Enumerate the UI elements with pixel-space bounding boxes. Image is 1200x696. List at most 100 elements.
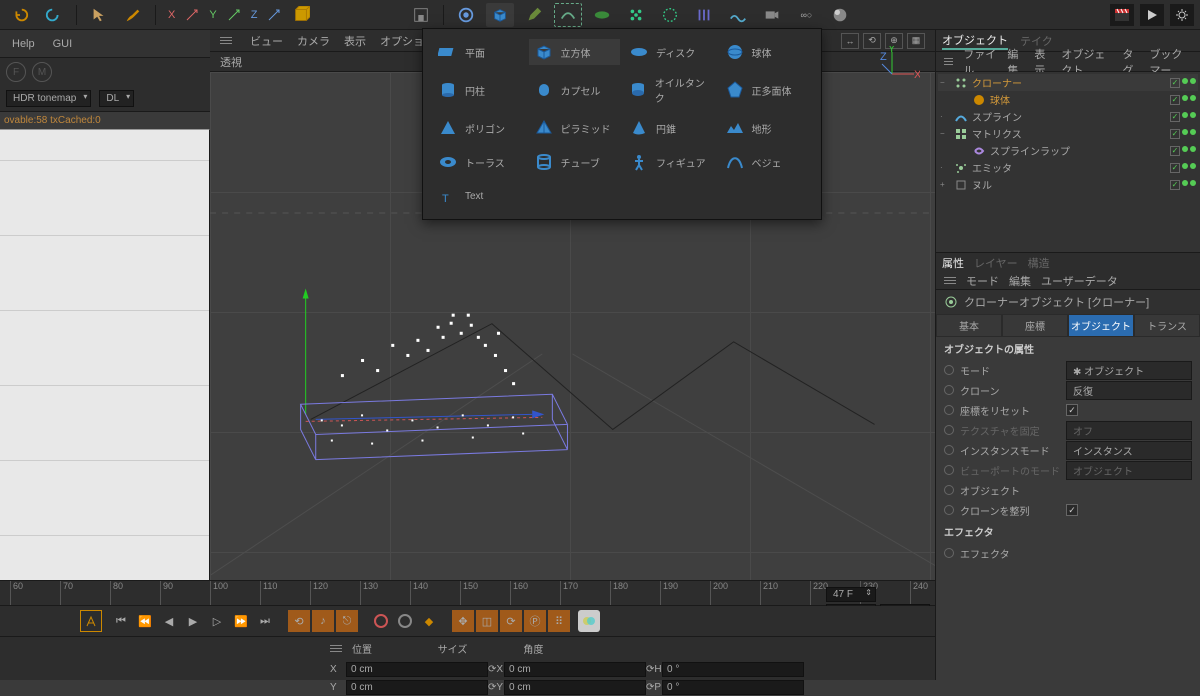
axis-y[interactable]: Y (205, 9, 220, 21)
tree-row-sphere[interactable]: 球体✓ (938, 91, 1198, 108)
f-icon[interactable]: F (6, 62, 26, 82)
checkbox[interactable]: ✓ (1066, 504, 1078, 516)
axis-gizmo[interactable]: Y X Z (880, 46, 920, 86)
dot-icon[interactable] (1190, 112, 1196, 118)
sound-icon[interactable]: ♪ (312, 610, 334, 632)
vis-check[interactable]: ✓ (1170, 112, 1180, 122)
brush-tool-icon[interactable] (119, 3, 147, 27)
go-end-icon[interactable]: ⏭ (254, 610, 276, 632)
dot-icon[interactable] (1182, 163, 1188, 169)
record-icon[interactable] (370, 610, 392, 632)
vis-check[interactable]: ✓ (1170, 129, 1180, 139)
play-icon[interactable]: ▶ (182, 610, 204, 632)
attr-subtab-3[interactable]: トランス (1134, 314, 1200, 337)
tree-row-cloner[interactable]: −クローナー✓ (938, 74, 1198, 91)
deformer-icon[interactable] (690, 3, 718, 27)
light-icon[interactable]: ∞○ (792, 3, 820, 27)
attr-value[interactable]: 反復 (1066, 381, 1192, 400)
tree-row-null[interactable]: +ヌル✓ (938, 176, 1198, 193)
playback-options-icon[interactable]: ⎋ (336, 610, 358, 632)
rot-input[interactable] (662, 662, 804, 677)
environment-icon[interactable] (724, 3, 752, 27)
primitive-disc[interactable]: ディスク (624, 39, 716, 65)
dot-icon[interactable] (1182, 95, 1188, 101)
keyframe-icon[interactable]: ◆ (418, 610, 440, 632)
vis-check[interactable]: ✓ (1170, 95, 1180, 105)
undo-icon[interactable] (6, 3, 34, 27)
playbar-play-icon[interactable] (1140, 4, 1164, 26)
radio-icon[interactable] (944, 485, 954, 495)
cube-primitive-icon[interactable] (486, 3, 514, 27)
radio-icon[interactable] (944, 465, 954, 475)
vp-nav-1[interactable]: ↔ (841, 33, 859, 49)
tree-row-wrap[interactable]: スプラインラップ✓ (938, 142, 1198, 159)
primitive-platonic[interactable]: 正多面体 (720, 73, 812, 107)
redo-icon[interactable] (40, 3, 68, 27)
m-icon[interactable]: M (32, 62, 52, 82)
hamburger-icon[interactable] (220, 37, 232, 44)
vp-menu-view[interactable]: ビュー (250, 33, 283, 49)
primitive-text[interactable]: TText (433, 183, 525, 209)
primitive-cylinder[interactable]: 円柱 (433, 73, 525, 107)
help-menu[interactable]: Help (12, 38, 35, 50)
dot-icon[interactable] (1190, 95, 1196, 101)
tree-row-spline[interactable]: ·スプライン✓ (938, 108, 1198, 125)
vis-check[interactable]: ✓ (1170, 180, 1180, 190)
timeline[interactable]: 6070809010011012013014015016017018019020… (0, 580, 935, 606)
vis-check[interactable]: ✓ (1170, 78, 1180, 88)
primitive-sphere[interactable]: 球体 (720, 39, 812, 65)
vis-check[interactable]: ✓ (1170, 163, 1180, 173)
pla-key-icon[interactable]: ⠿ (548, 610, 570, 632)
vp-nav-2[interactable]: ⟲ (863, 33, 881, 49)
param-key-icon[interactable]: Ⓟ (524, 610, 546, 632)
radio-icon[interactable] (944, 365, 954, 375)
dot-icon[interactable] (1182, 180, 1188, 186)
move-key-icon[interactable]: ✥ (452, 610, 474, 632)
primitive-figure[interactable]: フィギュア (624, 149, 716, 175)
attr-subtab-0[interactable]: 基本 (936, 314, 1002, 337)
attr-tab-structure[interactable]: 構造 (1028, 255, 1050, 271)
primitive-pyramid[interactable]: ピラミッド (529, 115, 621, 141)
field-icon[interactable] (656, 3, 684, 27)
primitive-tube[interactable]: チューブ (529, 149, 621, 175)
tree-row-matrix[interactable]: −マトリクス✓ (938, 125, 1198, 142)
next-key-icon[interactable]: ⏩ (230, 610, 252, 632)
world-axis-icon[interactable] (287, 3, 315, 27)
vp-menu-display[interactable]: 表示 (344, 33, 366, 49)
gui-menu[interactable]: GUI (53, 38, 73, 50)
frame-current[interactable]: 47 F (826, 587, 876, 602)
primitive-cube[interactable]: 立方体 (529, 39, 621, 65)
dot-icon[interactable] (1190, 163, 1196, 169)
primitive-torus[interactable]: トーラス (433, 149, 525, 175)
checkbox[interactable]: ✓ (1066, 404, 1078, 416)
snap-icon[interactable] (407, 3, 435, 27)
obj-hamburger-icon[interactable] (944, 58, 953, 65)
attr-value[interactable]: オフ (1066, 421, 1192, 440)
radio-icon[interactable] (944, 405, 954, 415)
attr-value[interactable]: ✱ オブジェクト (1066, 361, 1192, 380)
material-icon[interactable] (826, 3, 854, 27)
attr-menu-edit[interactable]: 編集 (1009, 273, 1031, 289)
dot-icon[interactable] (1190, 146, 1196, 152)
primitive-plane[interactable]: 平面 (433, 39, 525, 65)
radio-icon[interactable] (944, 445, 954, 455)
attr-menu-userdata[interactable]: ユーザーデータ (1041, 273, 1118, 289)
axis-z[interactable]: Z (247, 9, 262, 21)
coord-hamburger-icon[interactable] (330, 645, 342, 652)
attr-subtab-2[interactable]: オブジェクト (1068, 314, 1134, 337)
pos-input[interactable] (346, 680, 488, 695)
filter-icon[interactable] (578, 610, 600, 632)
radio-icon[interactable] (944, 505, 954, 515)
primitive-capsule[interactable]: カプセル (529, 73, 621, 107)
primitive-cone[interactable]: 円錐 (624, 115, 716, 141)
clapper-icon[interactable] (1110, 4, 1134, 26)
rot-input[interactable] (662, 680, 804, 695)
loop-icon[interactable]: ⟲ (288, 610, 310, 632)
attr-tab-attributes[interactable]: 属性 (942, 255, 964, 271)
primitive-oiltank[interactable]: オイルタンク (624, 73, 716, 107)
generator-icon[interactable] (588, 3, 616, 27)
cloner-icon[interactable] (622, 3, 650, 27)
prev-key-icon[interactable]: ⏪ (134, 610, 156, 632)
rotate-key-icon[interactable]: ⟳ (500, 610, 522, 632)
pen-icon[interactable] (520, 3, 548, 27)
